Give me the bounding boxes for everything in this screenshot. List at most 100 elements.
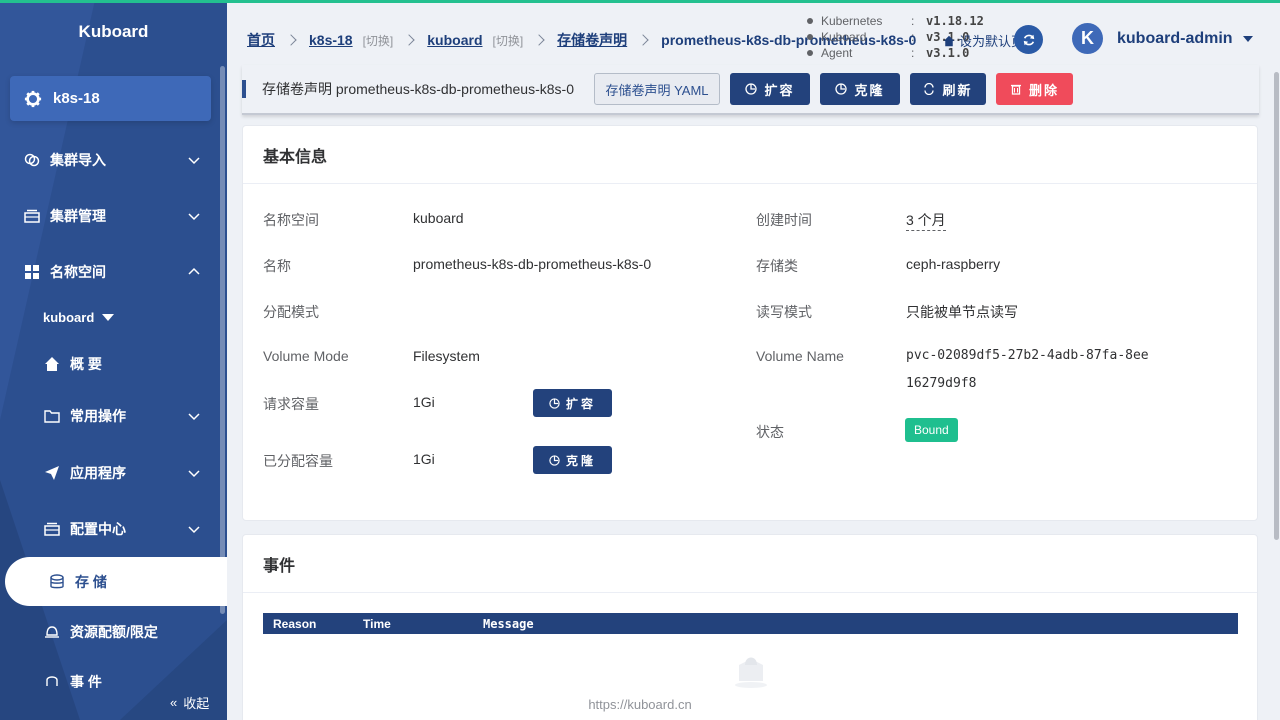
collapse-button[interactable]: « 收起	[170, 693, 209, 712]
empty-box-icon	[735, 657, 767, 688]
chevron-right-icon	[403, 34, 415, 46]
avatar: K	[1072, 23, 1103, 54]
breadcrumb-cluster[interactable]: k8s-18	[309, 32, 353, 48]
version-colon: :	[911, 14, 915, 28]
sidebar-item-config-center[interactable]: 配置中心	[0, 509, 220, 549]
sidebar-item-label: 配置中心	[70, 521, 126, 537]
refresh-icon	[1023, 34, 1034, 45]
sidebar-item-applications[interactable]: 应用程序	[0, 453, 220, 493]
sidebar-item-common-ops[interactable]: 常用操作	[0, 396, 220, 436]
trash-icon	[1010, 84, 1021, 95]
chevron-right-icon	[637, 34, 649, 46]
field-label: 读写模式	[756, 304, 812, 320]
field-value-storage-class: ceph-raspberry	[906, 256, 1001, 272]
refresh-page-button[interactable]: 刷新	[910, 73, 986, 105]
pie-icon	[835, 83, 848, 95]
database-icon	[50, 573, 64, 588]
expand-button-label: 扩容	[764, 82, 795, 98]
yaml-button-label: 存储卷声明 YAML	[605, 82, 709, 98]
event-icon	[46, 676, 58, 686]
sidebar-item-storage[interactable]: 存 储	[5, 557, 227, 606]
cluster-card[interactable]: k8s-18	[10, 76, 211, 121]
breadcrumb-home[interactable]: 首页	[247, 30, 275, 50]
main-scrollbar[interactable]	[1274, 72, 1279, 540]
field-label: 创建时间	[756, 212, 812, 228]
field-label: 名称空间	[263, 212, 319, 228]
user-menu[interactable]: K kuboard-admin	[1072, 23, 1253, 54]
refresh-button[interactable]	[1014, 25, 1043, 54]
events-table-header: Reason Time Message	[263, 613, 1238, 634]
title-marker	[242, 80, 246, 98]
sidebar-item-label: 资源配额/限定	[70, 624, 158, 640]
namespace-name: kuboard	[43, 310, 95, 325]
field-value-allocated: 1Gi	[413, 451, 435, 467]
field-label: 分配模式	[263, 304, 319, 320]
caret-down-icon	[102, 314, 115, 321]
breadcrumb-section[interactable]: 存储卷声明	[557, 30, 627, 50]
field-value-volume-mode: Filesystem	[413, 348, 480, 364]
gear-icon	[24, 90, 42, 107]
refresh-icon	[924, 83, 935, 95]
sidebar-item-cluster-manage[interactable]: 集群管理	[0, 196, 220, 236]
sidebar-item-namespace[interactable]: 名称空间	[0, 252, 220, 292]
set-default-page-link[interactable]: 设为默认页	[943, 31, 1024, 50]
breadcrumb-namespace-switch[interactable]: [切换]	[493, 32, 524, 49]
bell-icon	[45, 626, 59, 638]
namespace-selector[interactable]: kuboard	[43, 310, 115, 325]
top-accent-line	[0, 0, 1280, 3]
chevron-down-icon	[188, 470, 200, 478]
clone-button[interactable]: 克隆	[820, 73, 900, 105]
field-value-volume-name: pvc-02089df5-27b2-4adb-87fa-8ee16279d9f8	[906, 348, 1149, 391]
sidebar-item-label: 集群管理	[50, 208, 106, 224]
field-value-requested: 1Gi	[413, 394, 435, 410]
card-title: 事件	[243, 535, 1257, 593]
version-value: v1.18.12	[926, 14, 984, 28]
footer-url[interactable]: https://kuboard.cn	[227, 697, 1053, 712]
field-label: Volume Mode	[263, 348, 349, 364]
column-header[interactable]: Message	[483, 617, 534, 631]
folder-icon	[44, 410, 60, 423]
expand-capacity-button[interactable]: 扩容	[533, 389, 612, 417]
breadcrumb-cluster-switch[interactable]: [切换]	[363, 32, 394, 49]
breadcrumb-namespace[interactable]: kuboard	[427, 32, 482, 48]
chevron-down-icon	[188, 526, 200, 534]
chevron-down-icon	[188, 413, 200, 421]
sidebar-scrollbar[interactable]	[220, 66, 225, 614]
sidebar-item-label: 存 储	[75, 573, 107, 590]
sidebar-item-label: 概 要	[70, 356, 102, 372]
chevron-up-icon	[188, 267, 200, 275]
expand-capacity-label: 扩容	[565, 396, 596, 411]
column-header[interactable]: Reason	[273, 617, 316, 631]
sidebar-item-events[interactable]: 事 件	[0, 662, 220, 688]
card-title: 基本信息	[243, 126, 1257, 184]
basic-info-card: 基本信息 名称空间 kuboard 名称 prometheus-k8s-db-p…	[242, 125, 1258, 521]
clone-pvc-button[interactable]: 克隆	[533, 446, 612, 474]
delete-button[interactable]: 删除	[996, 73, 1073, 105]
version-row: Kubernetes : v1.18.12	[807, 13, 984, 29]
collapse-label: 收起	[183, 696, 210, 711]
field-label: 状态	[756, 424, 784, 440]
server-icon	[44, 522, 60, 536]
field-value-name: prometheus-k8s-db-prometheus-k8s-0	[413, 256, 652, 272]
field-value-namespace: kuboard	[413, 210, 464, 226]
field-label: 存储类	[756, 258, 798, 274]
sidebar-item-cluster-import[interactable]: 集群导入	[0, 140, 220, 180]
version-colon: :	[911, 46, 915, 60]
field-label: 名称	[263, 258, 291, 274]
chevron-right-icon	[285, 34, 297, 46]
column-header[interactable]: Time	[363, 617, 391, 631]
field-label: Volume Name	[756, 348, 844, 364]
yaml-button[interactable]: 存储卷声明 YAML	[594, 73, 720, 105]
field-label: 请求容量	[263, 396, 319, 412]
field-value-created[interactable]: 3 个月	[906, 210, 946, 231]
sidebar-item-quota[interactable]: 资源配额/限定	[0, 612, 220, 652]
app-logo[interactable]: Kuboard	[0, 22, 227, 42]
bullet-dot	[807, 34, 813, 40]
grid-icon	[25, 265, 39, 279]
version-name: Kuboard	[821, 30, 867, 44]
page-toolbar: 存储卷声明 prometheus-k8s-db-prometheus-k8s-0…	[242, 65, 1259, 115]
link-icon	[24, 153, 40, 167]
username: kuboard-admin	[1117, 29, 1233, 47]
sidebar-item-overview[interactable]: 概 要	[0, 344, 220, 384]
expand-button[interactable]: 扩容	[730, 73, 810, 105]
